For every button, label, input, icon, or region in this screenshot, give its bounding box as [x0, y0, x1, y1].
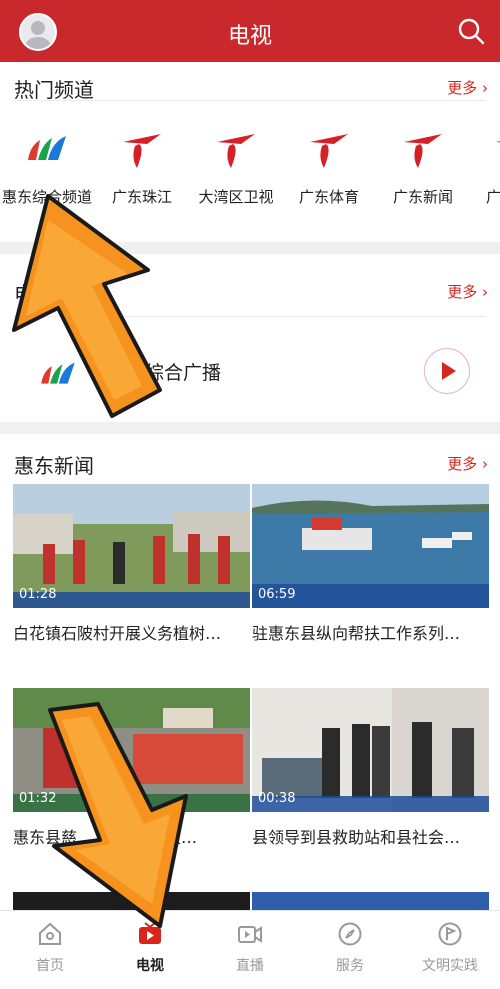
play-icon: [442, 362, 456, 380]
radio-header: 电 更多 ›: [0, 270, 500, 314]
hot-channels-more-link[interactable]: 更多 ›: [447, 77, 488, 98]
channel-label: 广东新闻: [392, 188, 453, 206]
section-gap: [0, 422, 500, 434]
guangdong-tv-logo: [404, 134, 442, 168]
channel-item-zhujiang[interactable]: 广东珠江: [92, 118, 192, 218]
tab-home[interactable]: 首页: [0, 911, 100, 989]
channel-label: 广东体育: [298, 188, 359, 206]
news-title-text: 县领导到县救助站和县社会…: [252, 828, 461, 847]
search-icon: [458, 18, 485, 45]
channel-label: 惠东综合频道: [1, 188, 92, 206]
channel-item-sports[interactable]: 广东体育: [279, 118, 379, 218]
tab-label: 文明实践: [422, 958, 478, 974]
channel-label: 广: [486, 188, 500, 206]
huidong-channel-logo: [28, 136, 66, 160]
news-thumbnail-partial[interactable]: [252, 892, 489, 910]
video-duration: 01:28: [19, 587, 57, 602]
news-title: 惠东新闻: [14, 454, 94, 478]
more-label: 更多: [447, 283, 478, 301]
tab-civilization[interactable]: 文明实践: [400, 911, 500, 989]
news-title-text: 惠东县慈 助农…: [13, 824, 253, 848]
channel-item-partial[interactable]: 广: [470, 118, 500, 218]
page-title: 电视: [227, 24, 272, 49]
news-title-text: 驻惠东县纵向帮扶工作系列…: [252, 624, 461, 643]
tab-label: 首页: [36, 958, 64, 974]
section-gap: [0, 242, 500, 254]
news-item[interactable]: 01:28 白花镇石陂村开展义务植树…: [13, 484, 250, 664]
news-title-head: 惠东县慈: [13, 828, 78, 847]
news-more-link[interactable]: 更多 ›: [447, 453, 488, 474]
video-duration: 06:59: [258, 587, 296, 602]
news-item[interactable]: 01:32 惠东县慈 助农…: [13, 688, 250, 868]
news-thumbnail: 06:59: [252, 484, 489, 608]
bottom-tab-bar: 首页 电视 直播 服务 文明实践: [0, 910, 500, 989]
tab-label: 直播: [236, 958, 264, 974]
hot-channels-title: 热门频道: [14, 78, 94, 102]
tab-live[interactable]: 直播: [200, 911, 300, 989]
tab-tv[interactable]: 电视: [100, 911, 200, 989]
guangdong-tv-logo: [310, 134, 348, 168]
news-item[interactable]: 00:38 县领导到县救助站和县社会…: [252, 688, 489, 868]
guangdong-tv-logo: [123, 134, 161, 168]
channel-item-gba[interactable]: 大湾区卫视: [186, 118, 286, 218]
channel-item-news[interactable]: 广东新闻: [373, 118, 473, 218]
hot-channels-header: 热门频道 更多 ›: [0, 66, 500, 110]
channel-label: 广东珠江: [111, 188, 172, 206]
news-title-tail: 助农…: [149, 828, 198, 847]
news-thumbnail: 00:38: [252, 688, 489, 812]
tv-icon: [139, 922, 161, 944]
divider: [14, 100, 486, 101]
live-video-icon: [238, 926, 262, 943]
tab-label: 电视: [136, 958, 164, 974]
news-thumbnail: 01:28: [13, 484, 250, 608]
guangdong-tv-logo: [217, 134, 255, 168]
news-thumbnail-partial[interactable]: [13, 892, 250, 910]
compass-icon: [338, 922, 362, 946]
flag-icon: [438, 922, 462, 946]
radio-title: 电: [14, 282, 34, 306]
more-label: 更多: [447, 79, 478, 97]
video-duration: 01:32: [19, 791, 57, 806]
news-thumbnail: 01:32: [13, 688, 250, 812]
guangdong-tv-logo: [496, 141, 500, 143]
tab-service[interactable]: 服务: [300, 911, 400, 989]
radio-station-name: 东综合广播: [126, 362, 222, 384]
huidong-radio-logo: [41, 362, 75, 384]
news-header: 惠东新闻 更多 ›: [0, 442, 500, 486]
divider: [14, 316, 486, 317]
search-button[interactable]: [456, 16, 486, 46]
more-label: 更多: [447, 455, 478, 473]
news-title-text: 白花镇石陂村开展义务植树…: [13, 624, 222, 643]
channel-label: 大湾区卫视: [198, 188, 274, 206]
home-icon: [39, 922, 61, 945]
channel-item-huidong[interactable]: 惠东综合频道: [0, 118, 97, 218]
tab-label: 服务: [336, 958, 364, 974]
video-duration: 00:38: [258, 791, 296, 806]
app-header: 电视: [0, 0, 500, 62]
play-button[interactable]: [424, 348, 470, 394]
news-item[interactable]: 06:59 驻惠东县纵向帮扶工作系列…: [252, 484, 489, 664]
radio-more-link[interactable]: 更多 ›: [447, 281, 488, 302]
